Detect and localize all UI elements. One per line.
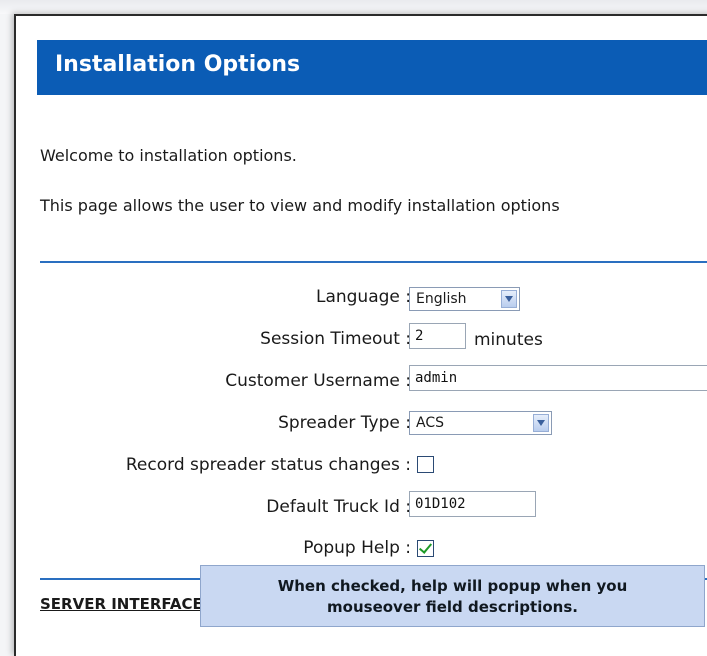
chevron-down-icon[interactable] [501,290,517,308]
customer-username-label: Customer Username : [225,371,411,391]
language-label: Language : [315,287,411,307]
popup-help-label: Popup Help : [303,538,411,558]
customer-username-input[interactable] [409,365,707,391]
popup-help-checkbox[interactable] [417,540,434,557]
server-interface-heading: SERVER INTERFACE [40,595,203,613]
tooltip-line-2: mouseover field descriptions. [327,598,578,616]
language-selected-value: English [416,291,467,307]
session-timeout-suffix: minutes [474,330,543,350]
tooltip-line-1: When checked, help will popup when you [277,577,628,595]
chevron-down-icon[interactable] [533,414,549,432]
record-status-changes-checkbox[interactable] [417,456,434,473]
window-top-strip [0,0,707,14]
welcome-text: Welcome to installation options. [40,146,297,165]
section-divider-top [40,261,707,263]
spreader-type-selected-value: ACS [416,415,444,431]
session-timeout-input[interactable] [409,323,466,349]
description-text: This page allows the user to view and mo… [40,196,560,215]
page-header: Installation Options [37,40,707,95]
spreader-type-label: Spreader Type : [278,413,411,433]
record-status-changes-label: Record spreader status changes : [125,455,411,475]
page-title: Installation Options [55,52,301,77]
spreader-type-select[interactable]: ACS [409,411,552,435]
language-select[interactable]: English [409,287,520,311]
session-timeout-label: Session Timeout : [260,329,411,349]
content-frame: Installation Options Welcome to installa… [14,14,707,656]
default-truck-id-label: Default Truck Id : [266,497,411,517]
popup-help-tooltip: When checked, help will popup when you m… [200,565,705,627]
default-truck-id-input[interactable] [409,491,536,517]
